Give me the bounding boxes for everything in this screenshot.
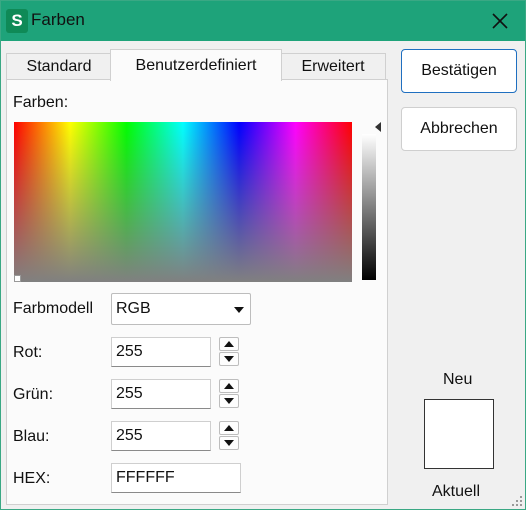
green-decrement-button[interactable] xyxy=(219,394,239,408)
blue-input[interactable]: 255 xyxy=(111,421,211,451)
blue-label: Blau: xyxy=(13,428,50,445)
color-model-select[interactable]: RGB xyxy=(111,293,251,325)
spectrum-picker-marker[interactable] xyxy=(14,275,21,282)
spectrum-saturation-layer xyxy=(14,122,352,282)
resize-grip-icon[interactable] xyxy=(512,496,522,506)
app-logo-icon: S xyxy=(6,9,28,33)
hex-input[interactable]: FFFFFF xyxy=(111,463,241,493)
luminance-slider[interactable] xyxy=(362,134,376,280)
blue-increment-button[interactable] xyxy=(219,421,239,435)
chevron-down-icon xyxy=(234,307,244,313)
red-input[interactable]: 255 xyxy=(111,337,211,367)
color-model-label: Farbmodell xyxy=(13,300,94,317)
blue-stepper[interactable] xyxy=(219,421,239,451)
colors-label: Farben: xyxy=(13,94,69,111)
close-icon xyxy=(492,13,508,29)
tab-standard[interactable]: Standard xyxy=(6,53,112,80)
red-increment-button[interactable] xyxy=(219,337,239,351)
title-bar: S Farben xyxy=(1,1,525,41)
preview-new-label: Neu xyxy=(443,371,473,388)
color-preview-swatch xyxy=(424,399,494,469)
close-button[interactable] xyxy=(489,10,511,32)
hex-label: HEX: xyxy=(13,470,51,487)
tab-benutzerdefiniert[interactable]: Benutzerdefiniert xyxy=(110,49,282,81)
preview-current-label: Aktuell xyxy=(432,483,481,500)
red-label: Rot: xyxy=(13,344,43,361)
red-decrement-button[interactable] xyxy=(219,352,239,366)
green-input[interactable]: 255 xyxy=(111,379,211,409)
tab-bar: Standard Benutzerdefiniert Erweitert xyxy=(6,49,386,81)
cancel-button[interactable]: Abbrechen xyxy=(401,107,517,151)
green-increment-button[interactable] xyxy=(219,379,239,393)
color-dialog: S Farben Standard Benutzerdefiniert Erwe… xyxy=(0,0,526,510)
blue-decrement-button[interactable] xyxy=(219,436,239,450)
tab-erweitert[interactable]: Erweitert xyxy=(280,53,386,80)
green-stepper[interactable] xyxy=(219,379,239,409)
green-label: Grün: xyxy=(13,386,54,403)
color-spectrum[interactable] xyxy=(14,122,352,282)
custom-color-panel: Farben: Farbmodell RGB Rot: 255 Grün: 25… xyxy=(6,79,388,505)
red-stepper[interactable] xyxy=(219,337,239,367)
luminance-pointer-icon[interactable] xyxy=(375,122,381,132)
window-title: Farben xyxy=(31,10,85,29)
confirm-button[interactable]: Bestätigen xyxy=(401,49,517,93)
color-model-value: RGB xyxy=(116,300,151,317)
